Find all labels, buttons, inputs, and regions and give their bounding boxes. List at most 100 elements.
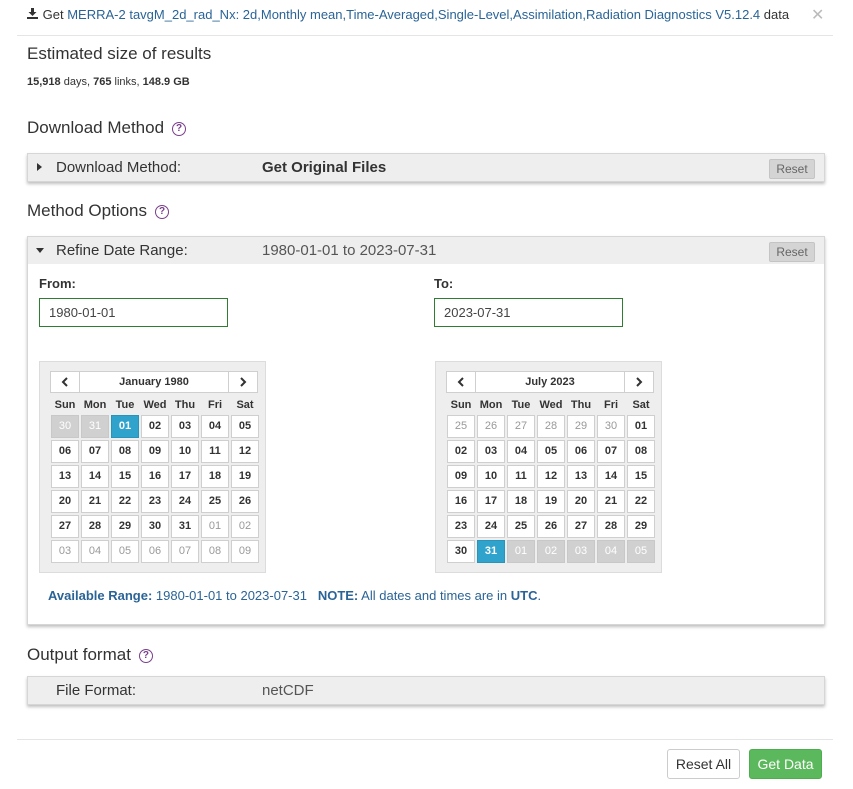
calendar-day[interactable]: 14 — [597, 465, 625, 488]
calendar-day[interactable]: 17 — [477, 490, 505, 513]
calendar-day[interactable]: 08 — [201, 540, 229, 563]
caret-down-icon[interactable] — [36, 248, 44, 253]
help-icon[interactable]: ? — [172, 122, 187, 136]
help-icon[interactable]: ? — [138, 649, 153, 663]
date-range-reset-button[interactable]: Reset — [769, 242, 815, 262]
calendar-day[interactable]: 25 — [201, 490, 229, 513]
calendar-day-selected[interactable]: 31 — [477, 540, 505, 563]
calendar-day[interactable]: 24 — [477, 515, 505, 538]
calendar-day[interactable]: 29 — [111, 515, 139, 538]
to-date-input[interactable]: 2023-07-31 — [434, 298, 623, 327]
calendar-day[interactable]: 28 — [537, 415, 565, 438]
calendar-day[interactable]: 15 — [627, 465, 655, 488]
calendar-day[interactable]: 09 — [231, 540, 259, 563]
calendar-day[interactable]: 02 — [447, 440, 475, 463]
calendar-day[interactable]: 25 — [447, 415, 475, 438]
calendar-month-title[interactable]: July 2023 — [475, 371, 625, 393]
caret-right-icon[interactable] — [37, 163, 42, 171]
calendar-day[interactable]: 30 — [597, 415, 625, 438]
calendar-day[interactable]: 07 — [597, 440, 625, 463]
close-icon[interactable]: ✕ — [811, 5, 824, 25]
calendar-day[interactable]: 03 — [477, 440, 505, 463]
calendar-day[interactable]: 23 — [447, 515, 475, 538]
calendar-month-title[interactable]: January 1980 — [79, 371, 229, 393]
calendar-day[interactable]: 09 — [447, 465, 475, 488]
calendar-day[interactable]: 05 — [231, 415, 259, 438]
calendar-day[interactable]: 01 — [627, 415, 655, 438]
calendar-day[interactable]: 16 — [141, 465, 169, 488]
calendar-day[interactable]: 30 — [141, 515, 169, 538]
calendar-day[interactable]: 03 — [51, 540, 79, 563]
calendar-day[interactable]: 11 — [507, 465, 535, 488]
calendar-day[interactable]: 14 — [81, 465, 109, 488]
from-date-input[interactable]: 1980-01-01 — [39, 298, 228, 327]
calendar-day[interactable]: 02 — [231, 515, 259, 538]
calendar-day[interactable]: 05 — [111, 540, 139, 563]
calendar-day[interactable]: 23 — [141, 490, 169, 513]
chevron-right-icon[interactable] — [624, 371, 654, 393]
calendar-day[interactable]: 07 — [171, 540, 199, 563]
calendar-day[interactable]: 06 — [141, 540, 169, 563]
chevron-left-icon[interactable] — [50, 371, 80, 393]
calendar-day[interactable]: 12 — [537, 465, 565, 488]
reset-all-button[interactable]: Reset All — [667, 749, 740, 779]
chevron-right-icon[interactable] — [228, 371, 258, 393]
calendar-day[interactable]: 08 — [627, 440, 655, 463]
calendar-day[interactable]: 26 — [537, 515, 565, 538]
calendar-day[interactable]: 27 — [507, 415, 535, 438]
calendar-day[interactable]: 13 — [51, 465, 79, 488]
calendar-day[interactable]: 18 — [201, 465, 229, 488]
calendar-day[interactable]: 07 — [81, 440, 109, 463]
calendar-day[interactable]: 25 — [507, 515, 535, 538]
calendar-day-selected[interactable]: 01 — [111, 415, 139, 438]
calendar-day[interactable]: 31 — [171, 515, 199, 538]
calendar-day[interactable]: 16 — [447, 490, 475, 513]
calendar-day[interactable]: 24 — [171, 490, 199, 513]
calendar-day[interactable]: 10 — [171, 440, 199, 463]
calendar-day[interactable]: 17 — [171, 465, 199, 488]
file-format-panel[interactable]: File Format: netCDF — [27, 676, 825, 705]
calendar-day[interactable]: 04 — [81, 540, 109, 563]
calendar-day[interactable]: 04 — [201, 415, 229, 438]
get-data-button[interactable]: Get Data — [749, 749, 822, 779]
date-range-header[interactable]: Refine Date Range: 1980-01-01 to 2023-07… — [28, 237, 824, 264]
calendar-day[interactable]: 01 — [201, 515, 229, 538]
calendar-day[interactable]: 28 — [81, 515, 109, 538]
calendar-day[interactable]: 06 — [567, 440, 595, 463]
calendar-day[interactable]: 26 — [231, 490, 259, 513]
calendar-day[interactable]: 20 — [51, 490, 79, 513]
calendar-day[interactable]: 28 — [597, 515, 625, 538]
calendar-day[interactable]: 21 — [81, 490, 109, 513]
calendar-day[interactable]: 03 — [171, 415, 199, 438]
calendar-day[interactable]: 12 — [231, 440, 259, 463]
calendar-day[interactable]: 22 — [627, 490, 655, 513]
calendar-day[interactable]: 20 — [567, 490, 595, 513]
dataset-link[interactable]: MERRA-2 tavgM_2d_rad_Nx: 2d,Monthly mean… — [67, 7, 760, 22]
calendar-day[interactable]: 29 — [627, 515, 655, 538]
chevron-left-icon[interactable] — [446, 371, 476, 393]
calendar-day[interactable]: 29 — [567, 415, 595, 438]
calendar-day[interactable]: 19 — [537, 490, 565, 513]
calendar-day[interactable]: 06 — [51, 440, 79, 463]
help-icon[interactable]: ? — [155, 205, 170, 219]
calendar-day[interactable]: 22 — [111, 490, 139, 513]
calendar-day[interactable]: 27 — [567, 515, 595, 538]
calendar-day[interactable]: 15 — [111, 465, 139, 488]
calendar-day[interactable]: 02 — [141, 415, 169, 438]
calendar-day[interactable]: 09 — [141, 440, 169, 463]
calendar-day[interactable]: 04 — [507, 440, 535, 463]
calendar-day[interactable]: 21 — [597, 490, 625, 513]
calendar-day[interactable]: 11 — [201, 440, 229, 463]
calendar-day[interactable]: 27 — [51, 515, 79, 538]
download-method-panel[interactable]: Download Method: Get Original Files Rese… — [27, 153, 825, 182]
calendar-day[interactable]: 10 — [477, 465, 505, 488]
calendar-day[interactable]: 08 — [111, 440, 139, 463]
calendar-day[interactable]: 19 — [231, 465, 259, 488]
calendar-day[interactable]: 18 — [507, 490, 535, 513]
calendar-day[interactable]: 05 — [537, 440, 565, 463]
calendar-day[interactable]: 13 — [567, 465, 595, 488]
divider — [17, 35, 833, 36]
download-method-reset-button[interactable]: Reset — [769, 159, 815, 179]
calendar-day[interactable]: 30 — [447, 540, 475, 563]
calendar-day[interactable]: 26 — [477, 415, 505, 438]
